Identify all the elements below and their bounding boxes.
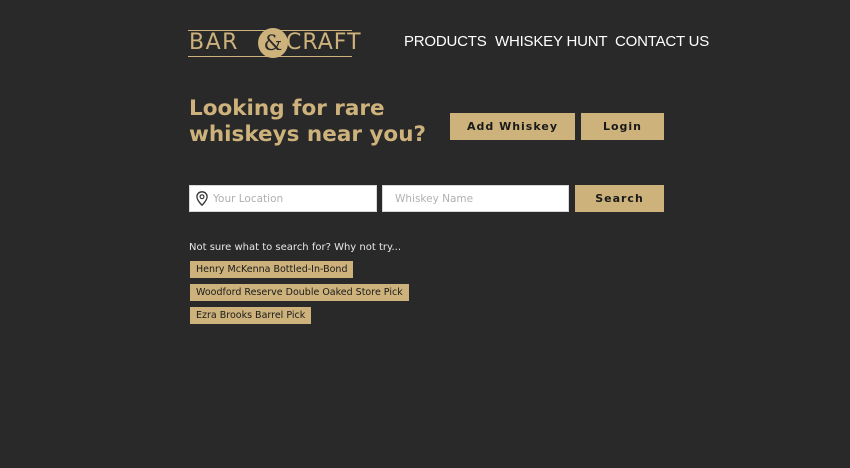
location-field[interactable] [189,185,377,212]
whiskey-name-field[interactable] [382,185,569,212]
suggestions-label: Not sure what to search for? Why not try… [189,242,402,253]
suggestion-chip[interactable]: Ezra Brooks Barrel Pick [190,307,312,324]
suggestion-chip[interactable]: Henry McKenna Bottled-In-Bond [190,261,354,278]
suggestion-chip[interactable]: Woodford Reserve Double Oaked Store Pick [190,284,409,301]
login-button[interactable]: Login [581,113,664,140]
add-whiskey-button[interactable]: Add Whiskey [450,113,575,140]
search-button[interactable]: Search [575,185,664,212]
main-nav: PRODUCTS WHISKEY HUNT CONTACT US [0,33,850,51]
location-input[interactable] [209,186,376,211]
nav-link-products[interactable]: PRODUCTS [404,33,487,51]
nav-link-contact-us[interactable]: CONTACT US [615,33,709,51]
logo-rule-bottom [188,56,352,57]
whiskey-name-input[interactable] [383,186,568,211]
nav-link-whiskey-hunt[interactable]: WHISKEY HUNT [495,33,608,51]
hero-headline: Looking for rare whiskeys near you? [189,96,426,147]
map-pin-icon [195,191,209,207]
